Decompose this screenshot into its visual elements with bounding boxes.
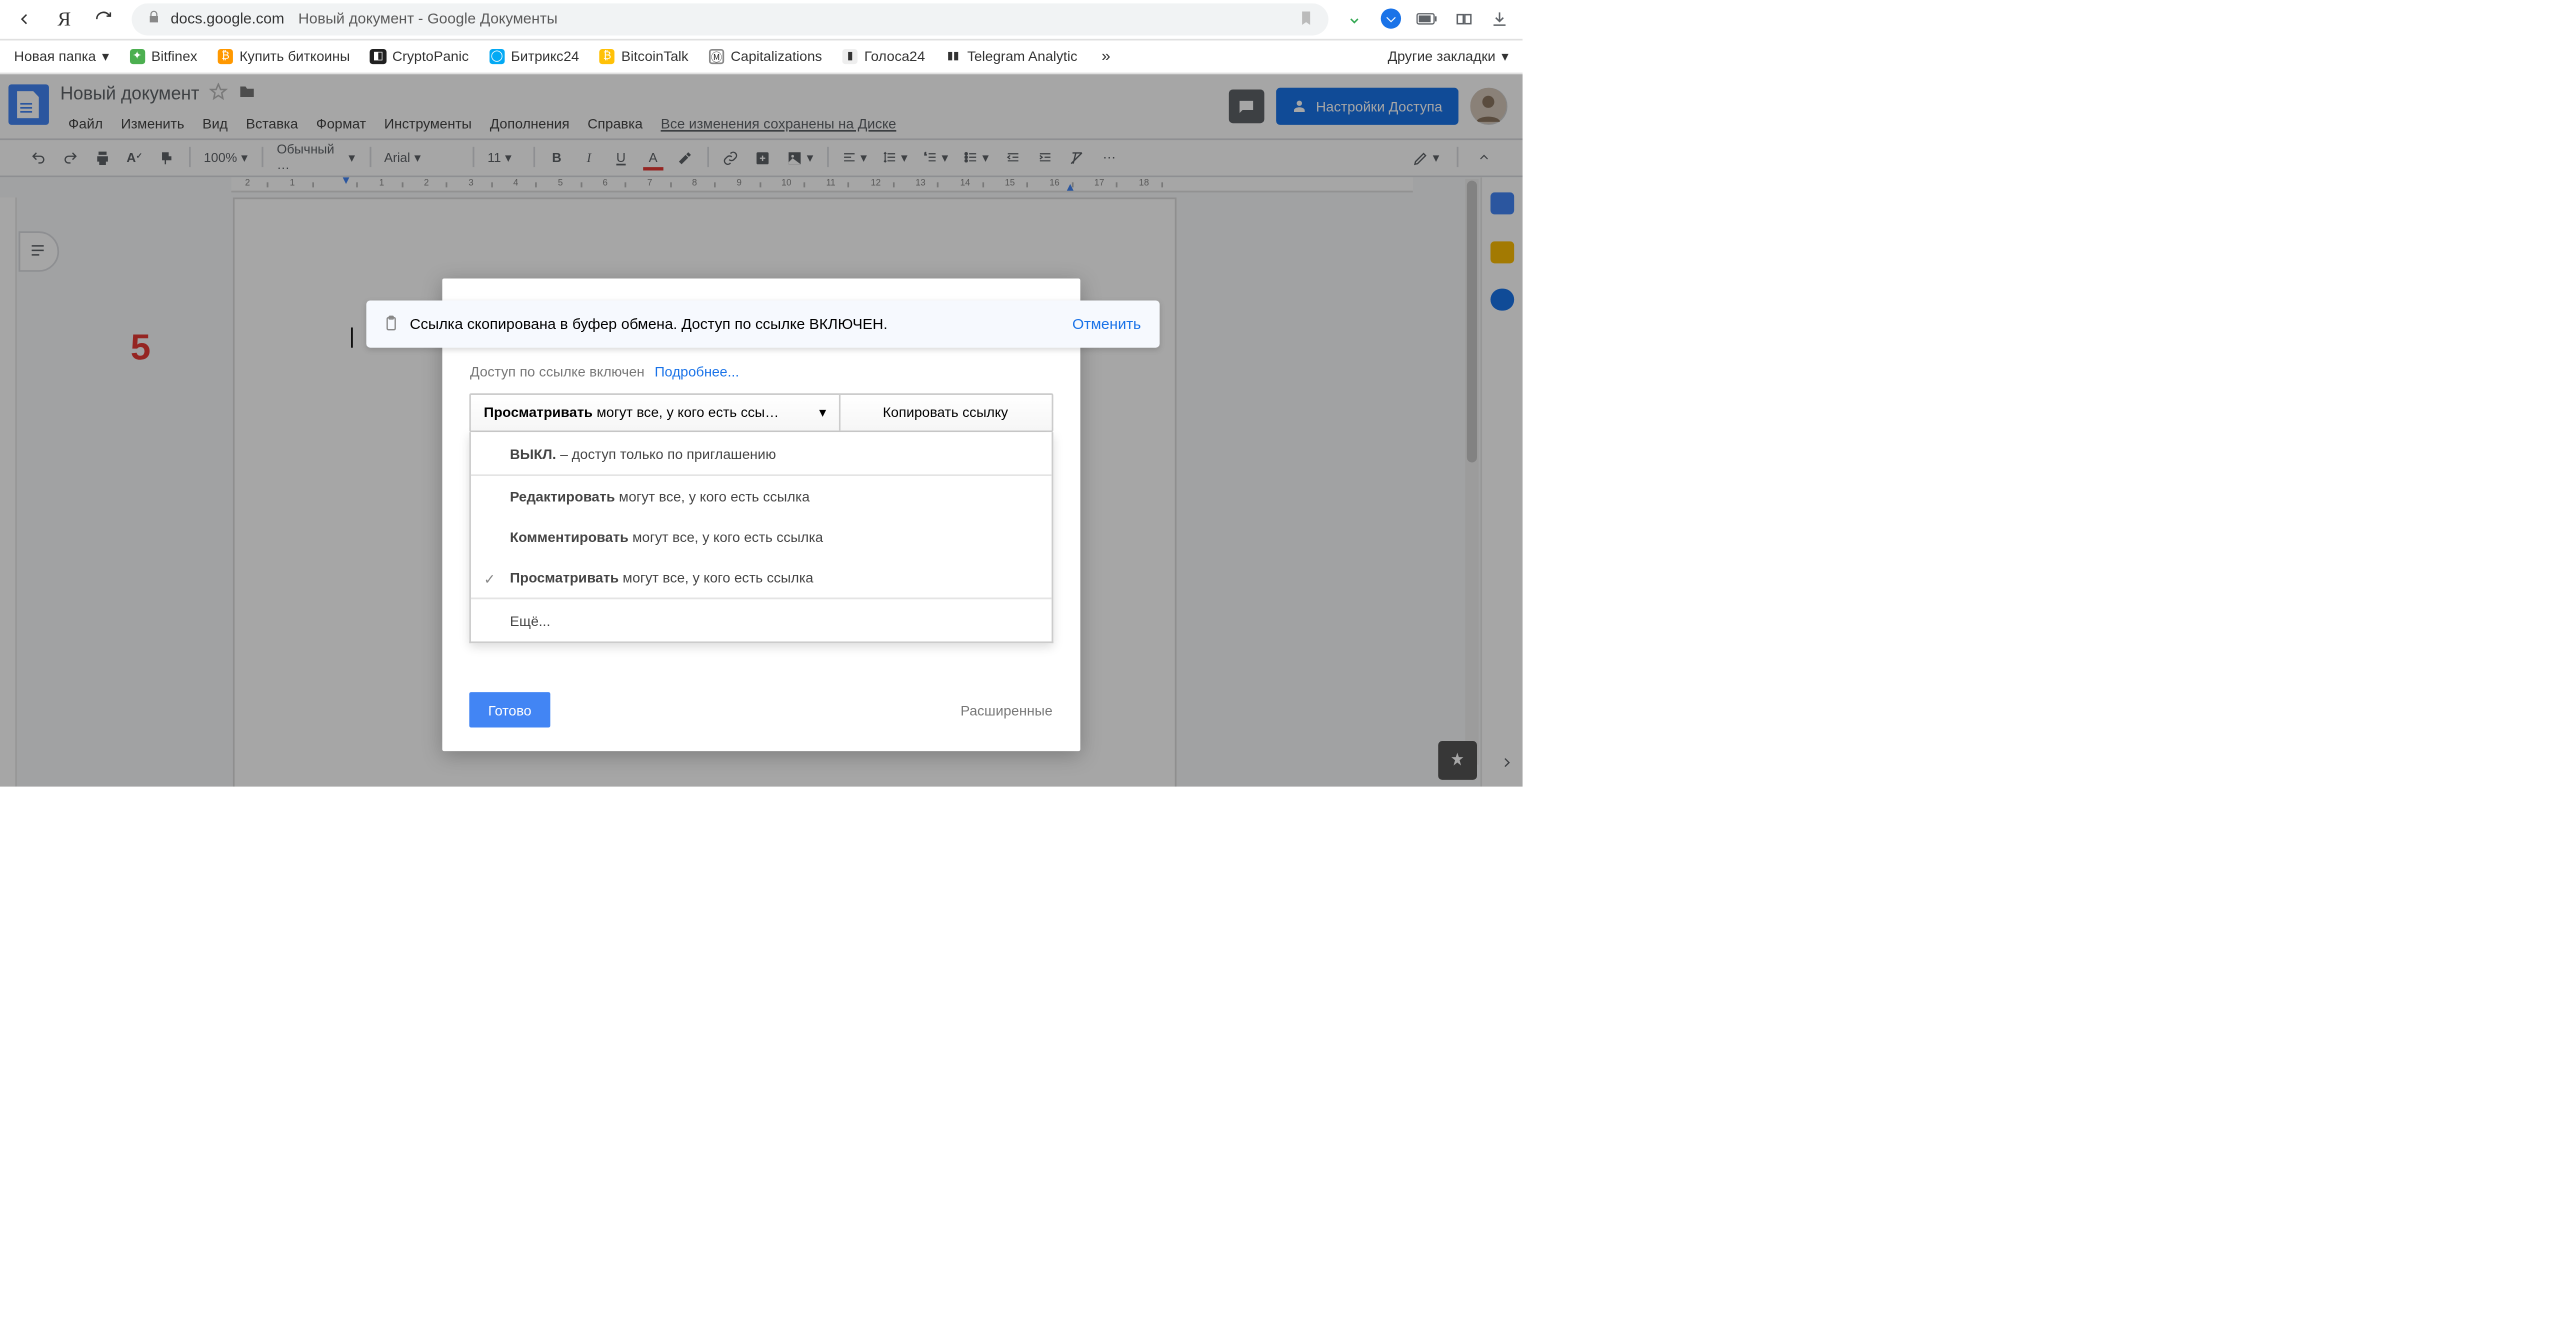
learn-more-link[interactable]: Подробнее... <box>655 364 740 381</box>
bookmark-bitrix24[interactable]: ◯Битрикс24 <box>489 48 579 65</box>
battery-icon <box>1416 8 1438 30</box>
bookmark-capitalizations[interactable]: ⓂCapitalizations <box>709 48 823 65</box>
bitcoin-icon: ₿ <box>217 48 233 64</box>
permission-options-list: ВЫКЛ. – доступ только по приглашению Ред… <box>470 433 1053 643</box>
link-access-status: Доступ по ссылке включен <box>470 364 645 381</box>
url-domain: docs.google.com <box>171 11 285 28</box>
yandex-icon[interactable]: Я <box>52 7 76 31</box>
browser-nav-bar: Я docs.google.com Новый документ - Googl… <box>0 0 1523 40</box>
url-title: Новый документ - Google Документы <box>298 11 557 28</box>
download-arrow-icon[interactable] <box>1344 8 1366 30</box>
toast-notification: Ссылка скопирована в буфер обмена. Досту… <box>366 301 1159 347</box>
option-comment[interactable]: Комментировать могут все, у кого есть сс… <box>472 516 1051 557</box>
copy-link-button[interactable]: Копировать ссылку <box>840 394 1051 431</box>
chevron-down-icon: ▾ <box>819 404 826 421</box>
bars-icon: ▮▮ <box>945 48 961 64</box>
bookmarks-bar: Новая папка ▾ ✦Bitfinex ₿Купить биткоины… <box>0 40 1523 74</box>
back-icon[interactable] <box>12 7 36 31</box>
advanced-link[interactable]: Расширенные <box>961 702 1053 719</box>
square-icon: ◧ <box>370 48 386 64</box>
lock-icon <box>147 10 161 27</box>
clipboard-icon <box>384 314 400 335</box>
extensions-icon[interactable] <box>1452 8 1474 30</box>
bookmark-bitcointalk[interactable]: ₿BitcoinTalk <box>599 48 688 65</box>
chevron-down-icon: ▾ <box>1501 48 1508 65</box>
bookmarks-overflow-icon[interactable]: » <box>1097 47 1114 66</box>
permission-dropdown[interactable]: Просматривать могут все, у кого есть ссы… <box>472 394 840 431</box>
bookmark-telegram-analytics[interactable]: ▮▮Telegram Analytic <box>945 48 1077 65</box>
reload-icon[interactable] <box>92 7 116 31</box>
downloads-icon[interactable] <box>1488 8 1510 30</box>
address-bar[interactable]: docs.google.com Новый документ - Google … <box>132 3 1327 35</box>
bookmark-buy-bitcoin[interactable]: ₿Купить биткоины <box>217 48 350 65</box>
leaf-icon: ✦ <box>129 48 145 64</box>
doc-icon: ▮ <box>842 48 858 64</box>
other-bookmarks[interactable]: Другие закладки ▾ <box>1388 48 1509 65</box>
bookmark-cryptopanic[interactable]: ◧CryptoPanic <box>370 48 469 65</box>
pocket-icon[interactable]: ⌵ <box>1380 8 1402 30</box>
circle-icon: ◯ <box>489 48 505 64</box>
bookmark-icon[interactable] <box>1298 9 1314 28</box>
bookmark-golosa24[interactable]: ▮Голоса24 <box>842 48 925 65</box>
bookmark-bitfinex[interactable]: ✦Bitfinex <box>129 48 197 65</box>
option-off[interactable]: ВЫКЛ. – доступ только по приглашению <box>472 433 1051 474</box>
share-dialog: Ссылка скопирована в буфер обмена. Досту… <box>442 279 1081 752</box>
option-view[interactable]: ✓ Просматривать могут все, у кого есть с… <box>472 557 1051 598</box>
option-edit[interactable]: Редактировать могут все, у кого есть ссы… <box>472 474 1051 517</box>
done-button[interactable]: Готово <box>470 693 550 728</box>
toast-text: Ссылка скопирована в буфер обмена. Досту… <box>410 316 888 333</box>
option-more[interactable]: Ещё... <box>472 598 1051 641</box>
chevron-down-icon: ▾ <box>102 48 109 65</box>
toast-undo-link[interactable]: Отменить <box>1072 316 1141 333</box>
check-icon: ✓ <box>484 571 496 588</box>
bitcoin-icon: ₿ <box>599 48 615 64</box>
cmc-icon: Ⓜ <box>709 48 725 64</box>
bookmark-folder[interactable]: Новая папка ▾ <box>14 48 109 65</box>
